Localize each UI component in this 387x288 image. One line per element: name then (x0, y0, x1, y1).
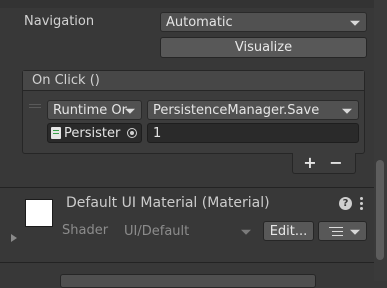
navigation-value: Automatic (166, 14, 233, 30)
navigation-label: Navigation (24, 14, 95, 29)
chevron-down-icon (350, 229, 360, 235)
add-component-button[interactable] (60, 274, 316, 288)
shader-dropdown[interactable]: UI/Default (120, 221, 257, 241)
section-divider-bottom (0, 262, 374, 263)
material-preview-swatch (25, 199, 53, 227)
shader-options-button[interactable] (318, 221, 367, 241)
target-object-value: Persister (64, 125, 121, 141)
drag-handle-icon[interactable] (29, 104, 41, 108)
target-object-field[interactable]: Persister (47, 123, 142, 143)
navigation-dropdown[interactable]: Automatic (160, 12, 367, 32)
material-title: Default UI Material (Material) (66, 195, 270, 211)
scrollbar-thumb[interactable] (376, 160, 384, 260)
chevron-down-icon (241, 229, 251, 235)
object-picker-icon[interactable] (127, 128, 137, 138)
edit-label: Edit... (269, 223, 308, 239)
edit-shader-button[interactable]: Edit... (263, 221, 314, 241)
top-strip (0, 0, 387, 8)
script-icon (51, 127, 61, 139)
chevron-down-icon (350, 20, 360, 26)
chevron-down-icon (125, 108, 135, 114)
section-divider (0, 187, 374, 188)
runtime-mode-value: Runtime Or (53, 102, 128, 118)
argument-value: 1 (153, 125, 162, 141)
on-click-panel: On Click () Runtime Or PersistenceManage… (22, 70, 365, 154)
foldout-arrow-icon[interactable] (11, 234, 17, 242)
shader-value: UI/Default (124, 223, 190, 239)
visualize-label: Visualize (234, 40, 293, 55)
argument-input[interactable]: 1 (147, 123, 359, 143)
kebab-menu-icon[interactable] (360, 197, 364, 211)
list-icon (329, 226, 343, 236)
help-icon[interactable]: ? (339, 197, 352, 210)
remove-button[interactable]: − (328, 153, 344, 173)
on-click-header: On Click () (32, 73, 100, 88)
shader-label: Shader (62, 223, 109, 238)
visualize-button[interactable]: Visualize (160, 37, 367, 58)
function-value: PersistenceManager.Save (153, 102, 320, 118)
runtime-mode-dropdown[interactable]: Runtime Or (47, 100, 142, 120)
chevron-down-icon (342, 108, 352, 114)
add-button[interactable]: + (302, 153, 318, 173)
function-dropdown[interactable]: PersistenceManager.Save (147, 100, 359, 120)
